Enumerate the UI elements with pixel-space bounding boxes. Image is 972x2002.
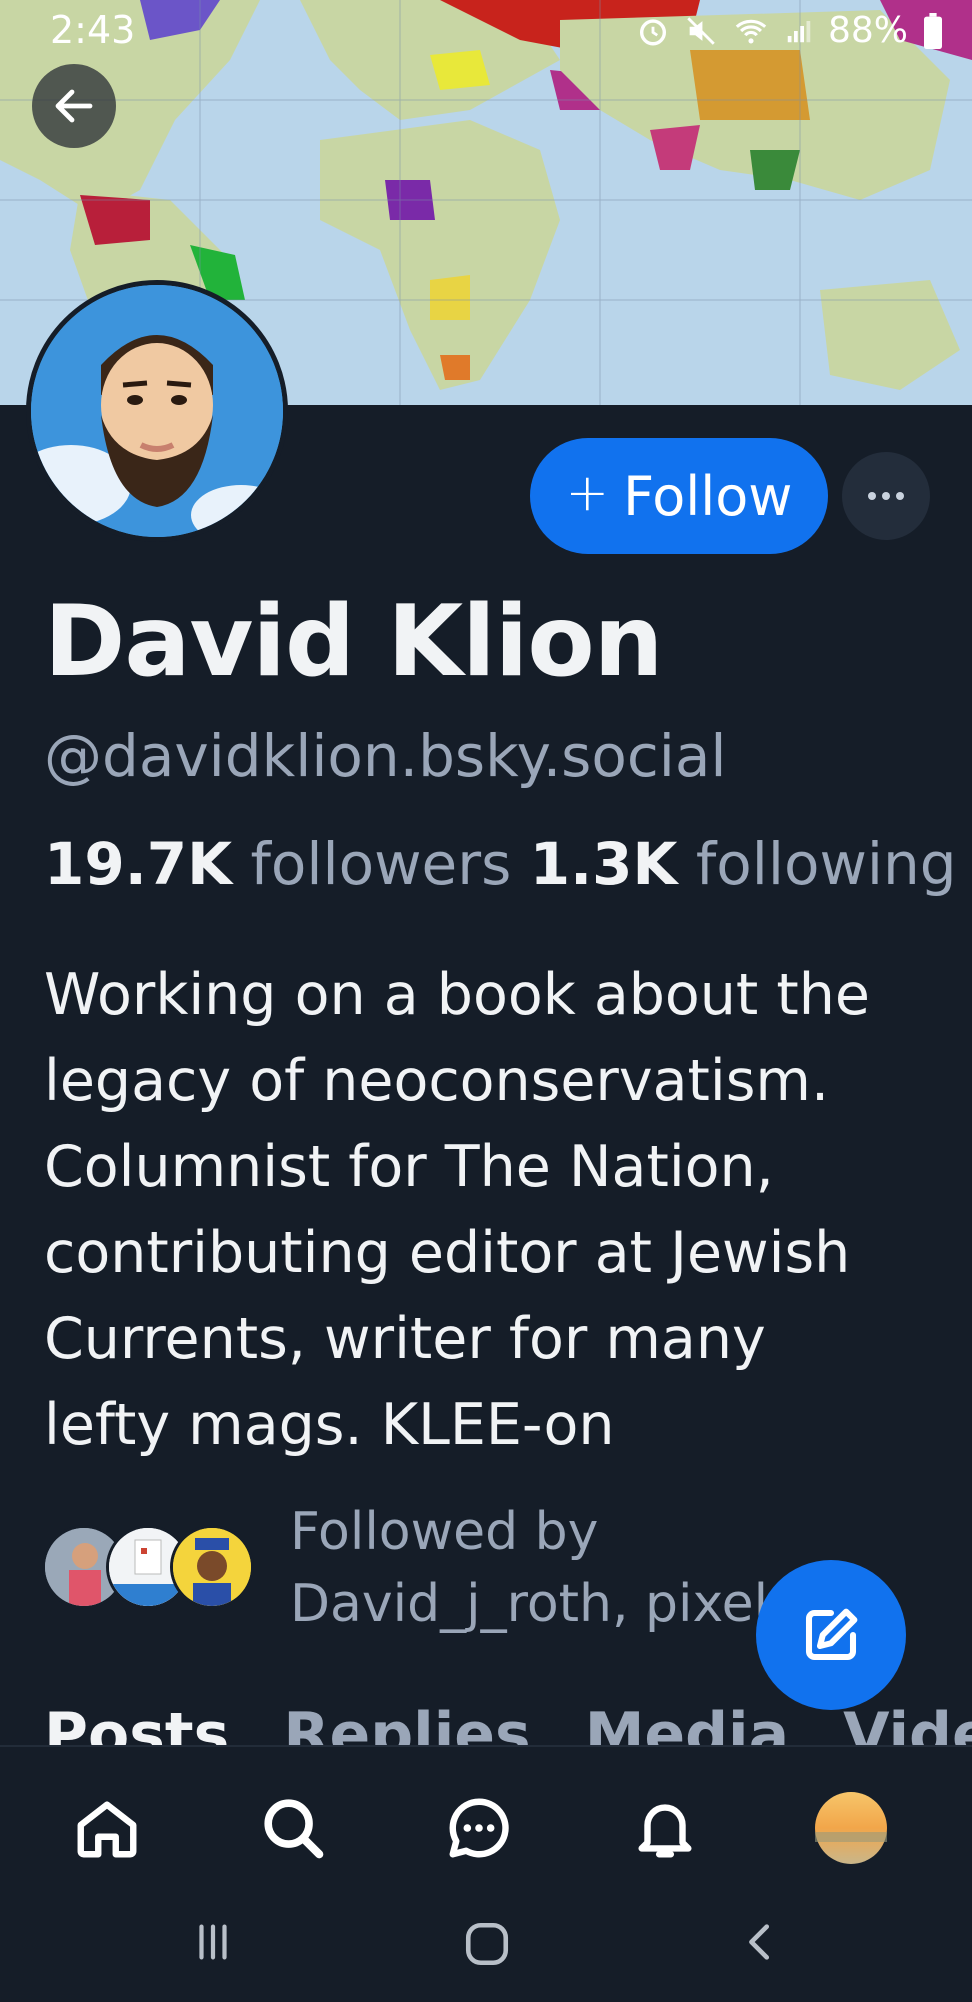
ellipsis-icon [868,492,904,500]
profile-handle: @davidklion.bsky.social [44,722,727,790]
recents-icon[interactable] [190,1919,236,1965]
followers-count: 19.7K [44,830,233,898]
following-count: 1.3K [529,830,678,898]
follow-button[interactable]: + Follow [530,438,828,554]
tab-media[interactable]: Media [585,1690,789,1745]
profile-bio: Working on a book about the legacy of ne… [44,962,870,1458]
nav-notifications[interactable] [620,1783,710,1873]
profile-avatar [815,1792,887,1864]
nav-profile[interactable] [806,1783,896,1873]
bell-icon [638,1804,692,1858]
search-icon [264,1799,324,1859]
battery-icon [924,12,942,49]
wifi-icon [735,19,767,43]
followed-by-avatars[interactable] [42,1525,262,1609]
more-options-button[interactable] [842,452,930,540]
follow-label: Follow [623,464,793,528]
follower-avatar [170,1525,254,1609]
nav-search[interactable] [248,1783,338,1873]
compose-post-button[interactable] [756,1560,906,1710]
arrow-left-icon [55,89,93,123]
bottom-navigation [0,1745,972,2002]
nav-home[interactable] [62,1783,152,1873]
chat-icon [449,1798,509,1858]
status-bar: 2:43 88% [0,0,972,64]
signal-icon [787,20,811,42]
plus-icon: + [565,463,610,523]
nav-chat[interactable] [434,1783,524,1873]
avatar-illustration [31,285,283,537]
profile-avatar[interactable] [26,280,288,542]
edit-square-icon [805,1608,858,1661]
following-link[interactable]: 1.3K following [530,830,957,898]
profile-stats: 19.7K followers 1.3K following [44,830,957,898]
back-chevron-icon[interactable] [738,1919,784,1965]
system-navigation-bar [0,1907,972,1977]
status-icons: 88% [636,10,944,51]
tab-replies[interactable]: Replies [283,1690,530,1745]
following-label: following [695,830,957,898]
mute-icon [687,16,715,45]
battery-percentage: 88% [827,10,908,51]
home-icon [77,1801,137,1858]
home-circle-icon[interactable] [462,1919,512,1969]
back-button[interactable] [32,64,116,148]
followed-by-label: Followed by [290,1502,599,1562]
display-name: David Klion [44,585,663,699]
alarm-icon [639,18,667,45]
followers-label: followers [250,830,512,898]
status-time: 2:43 [50,8,136,52]
tab-posts[interactable]: Posts [44,1690,229,1745]
followers-link[interactable]: 19.7K followers [44,830,511,898]
